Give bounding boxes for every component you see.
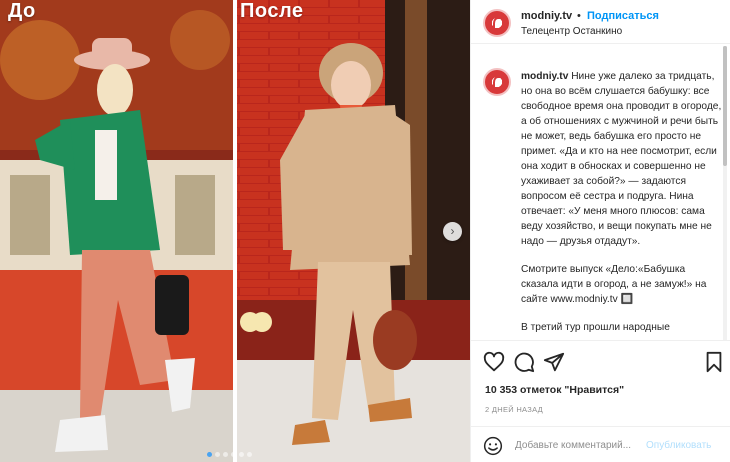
scrollbar-thumb[interactable]: [723, 46, 727, 166]
caption-username[interactable]: modniy.tv: [521, 71, 568, 82]
header-username[interactable]: modniy.tv: [521, 10, 572, 22]
caption-paragraph: Нине уже далеко за тридцать, но она во в…: [521, 71, 722, 247]
comment-box: Опубликовать: [471, 426, 730, 462]
action-bar: [471, 340, 730, 380]
post-sidebar: modniy.tv • Подписаться Телецентр Останк…: [470, 0, 730, 462]
post-media[interactable]: До После ›: [0, 0, 470, 462]
share-icon[interactable]: [543, 351, 565, 373]
avatar[interactable]: [483, 9, 511, 37]
carousel-dot: [239, 452, 244, 457]
likes-count[interactable]: 10 353 отметок "Нравится": [485, 384, 624, 396]
carousel-dot: [231, 452, 236, 457]
location-link[interactable]: Телецентр Останкино: [521, 26, 622, 37]
post-date[interactable]: 2 ДНЕЙ НАЗАД: [485, 405, 543, 414]
header-separator: •: [577, 10, 581, 22]
carousel-dot: [223, 452, 228, 457]
caption-text: modniy.tv Нине уже далеко за тридцать, н…: [521, 69, 723, 338]
carousel-dot: [247, 452, 252, 457]
publish-button[interactable]: Опубликовать: [646, 440, 711, 451]
post-header: modniy.tv • Подписаться Телецентр Останк…: [471, 0, 730, 44]
before-label: До: [8, 0, 36, 22]
carousel-dot: [215, 452, 220, 457]
carousel-dots: [207, 452, 252, 457]
next-slide-button[interactable]: ›: [443, 222, 462, 241]
caption-paragraph: В третий тур прошли народные: [521, 322, 670, 333]
carousel-dot: [207, 452, 212, 457]
caption-scrollbar[interactable]: [723, 46, 727, 340]
caption-paragraph: Смотрите выпуск «Дело:«Бабушка сказала и…: [521, 264, 707, 305]
heart-icon[interactable]: [483, 351, 505, 373]
follow-button[interactable]: Подписаться: [587, 10, 659, 22]
caption-area: modniy.tv Нине уже далеко за тридцать, н…: [471, 56, 727, 338]
avatar[interactable]: [483, 68, 511, 96]
smile-icon[interactable]: [483, 436, 503, 456]
before-after-photo: [0, 0, 470, 462]
bookmark-icon[interactable]: [703, 351, 725, 373]
comment-icon[interactable]: [513, 351, 535, 373]
after-label: После: [240, 0, 304, 22]
